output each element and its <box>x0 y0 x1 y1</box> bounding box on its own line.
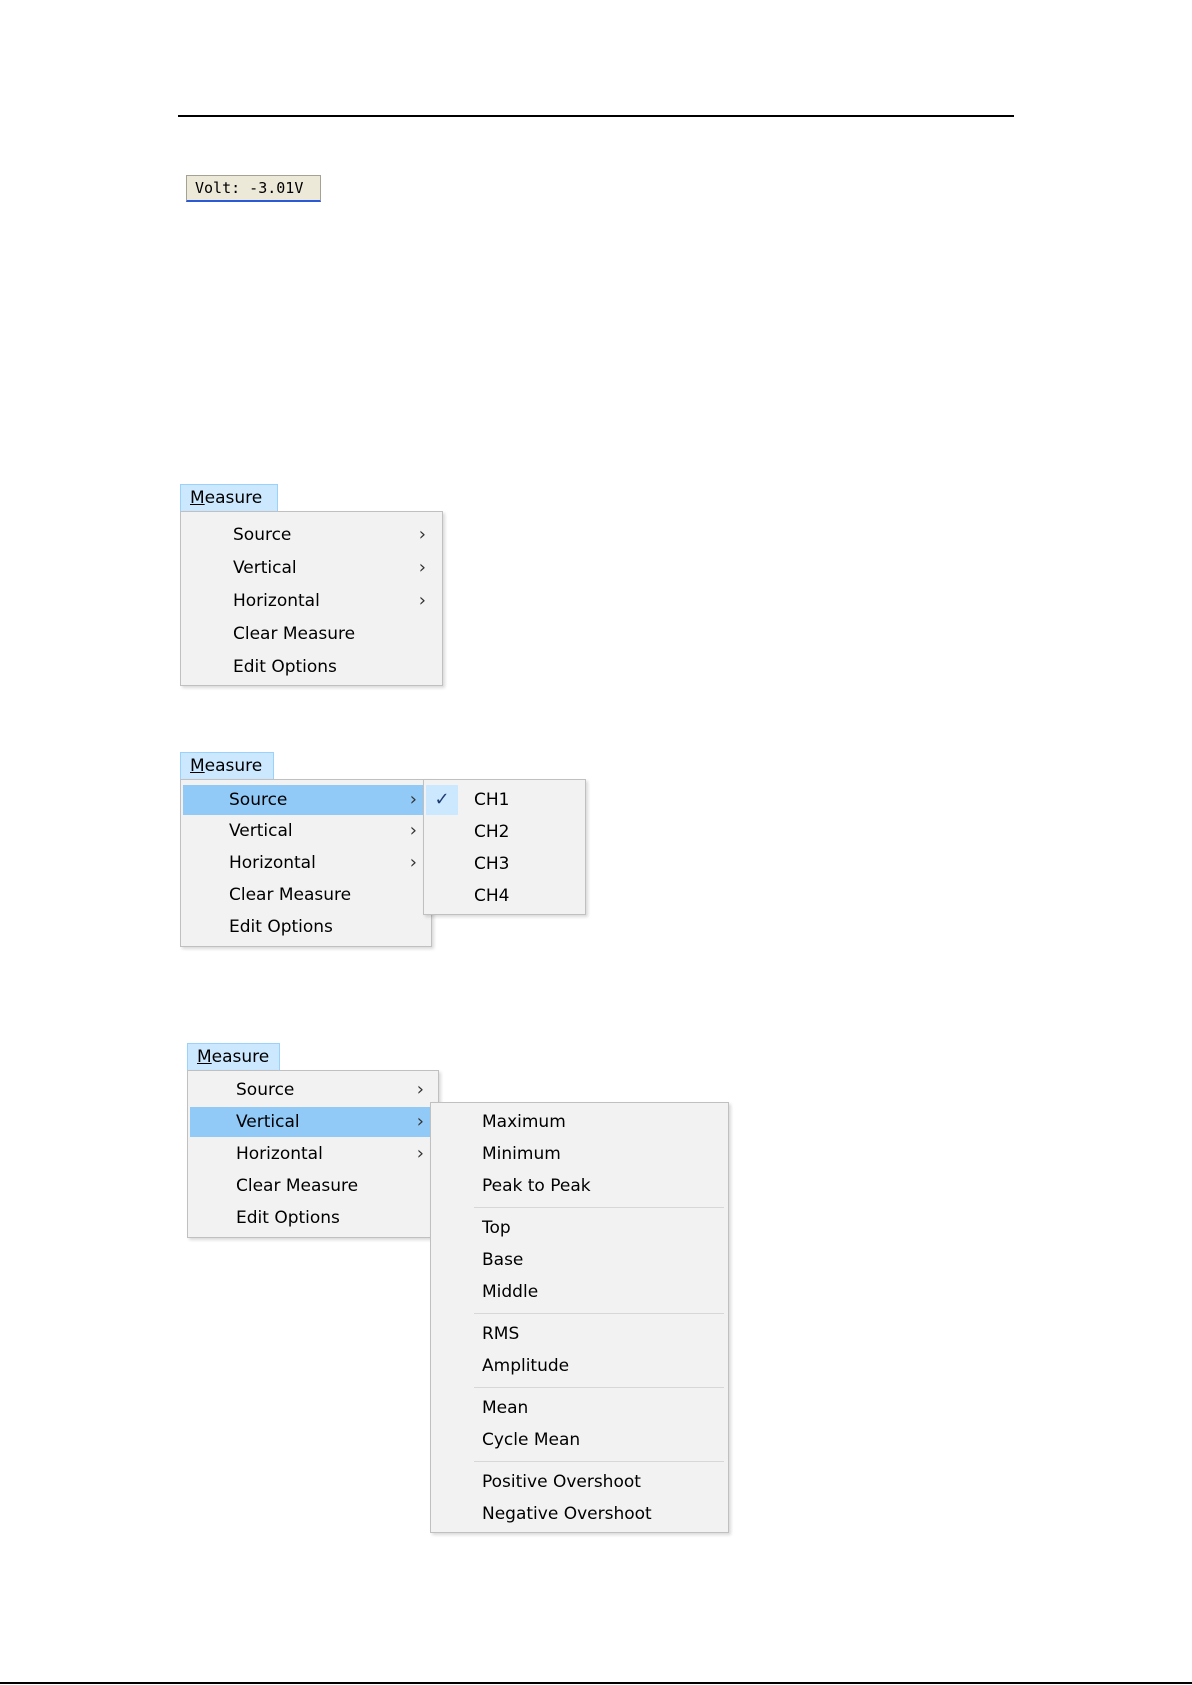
submenu-item-base[interactable]: Base <box>433 1245 726 1275</box>
submenu-item-ch4[interactable]: CH4 <box>426 881 583 911</box>
menu-item-vertical[interactable]: Vertical › <box>183 816 429 846</box>
submenu-item-label: RMS <box>482 1324 520 1344</box>
chevron-right-icon: › <box>418 590 426 611</box>
submenu-item-label: CH1 <box>474 790 510 810</box>
volt-readout: Volt: -3.01V <box>186 175 321 202</box>
measure-menu-title[interactable]: Measure <box>187 1043 280 1071</box>
submenu-item-label: CH3 <box>474 854 510 874</box>
page-footer-rule <box>0 1682 1192 1684</box>
menu-title-text: easure <box>211 1047 270 1067</box>
vertical-submenu: Maximum Minimum Peak to Peak Top Base Mi… <box>430 1102 729 1533</box>
menu-item-label: Vertical <box>229 821 293 841</box>
menu-item-clear-measure[interactable]: Clear Measure <box>183 880 429 910</box>
page-header-rule <box>178 115 1014 117</box>
submenu-item-label: Amplitude <box>482 1356 570 1376</box>
chevron-right-icon: › <box>418 524 426 545</box>
menu-item-source[interactable]: Source › <box>183 520 440 550</box>
submenu-item-top[interactable]: Top <box>433 1213 726 1243</box>
submenu-item-label: Minimum <box>482 1144 561 1164</box>
menu-item-label: Clear Measure <box>236 1176 359 1196</box>
submenu-item-label: Top <box>482 1218 511 1238</box>
menu-item-label: Horizontal <box>233 591 320 611</box>
submenu-item-label: Middle <box>482 1282 539 1302</box>
menu-item-label: Edit Options <box>236 1208 340 1228</box>
submenu-item-positive-overshoot[interactable]: Positive Overshoot <box>433 1467 726 1497</box>
chevron-right-icon: › <box>416 1143 424 1164</box>
menu-item-label: Edit Options <box>229 917 333 937</box>
menu-item-label: Clear Measure <box>229 885 352 905</box>
submenu-item-ch1[interactable]: ✓ CH1 <box>426 785 583 815</box>
chevron-right-icon: › <box>418 557 426 578</box>
menu-item-vertical[interactable]: Vertical › <box>183 553 440 583</box>
menu-item-horizontal[interactable]: Horizontal › <box>190 1139 436 1169</box>
submenu-item-ch2[interactable]: CH2 <box>426 817 583 847</box>
menu-item-horizontal[interactable]: Horizontal › <box>183 848 429 878</box>
menu-item-edit-options[interactable]: Edit Options <box>190 1203 436 1233</box>
submenu-item-label: Mean <box>482 1398 529 1418</box>
chevron-right-icon: › <box>409 820 417 841</box>
menu-separator <box>474 1461 724 1462</box>
chevron-right-icon: › <box>416 1079 424 1100</box>
submenu-item-label: Cycle Mean <box>482 1430 581 1450</box>
menu-item-label: Source <box>233 525 292 545</box>
menu-item-label: Clear Measure <box>233 624 356 644</box>
menu-item-edit-options[interactable]: Edit Options <box>183 652 440 682</box>
submenu-item-label: Negative Overshoot <box>482 1504 652 1524</box>
measure-menu-title[interactable]: Measure <box>180 752 274 780</box>
submenu-item-peak-to-peak[interactable]: Peak to Peak <box>433 1171 726 1201</box>
menu-item-clear-measure[interactable]: Clear Measure <box>183 619 440 649</box>
menu-item-label: Horizontal <box>229 853 316 873</box>
submenu-item-middle[interactable]: Middle <box>433 1277 726 1307</box>
measure-menu-title[interactable]: Measure <box>180 484 278 512</box>
submenu-item-amplitude[interactable]: Amplitude <box>433 1351 726 1381</box>
mnemonic-letter: M <box>197 1047 212 1067</box>
measure-menu-dropdown: Source › Vertical › Horizontal › Clear Meas… <box>187 1070 439 1238</box>
submenu-item-label: Positive Overshoot <box>482 1472 641 1492</box>
chevron-right-icon: › <box>409 789 417 810</box>
submenu-item-rms[interactable]: RMS <box>433 1319 726 1349</box>
menu-item-label: Source <box>236 1080 295 1100</box>
submenu-item-label: CH2 <box>474 822 510 842</box>
submenu-item-minimum[interactable]: Minimum <box>433 1139 726 1169</box>
submenu-item-label: Base <box>482 1250 524 1270</box>
submenu-item-cycle-mean[interactable]: Cycle Mean <box>433 1425 726 1455</box>
menu-item-label: Edit Options <box>233 657 337 677</box>
mnemonic-letter: M <box>190 488 205 508</box>
menu-item-horizontal[interactable]: Horizontal › <box>183 586 440 616</box>
submenu-item-label: CH4 <box>474 886 510 906</box>
chevron-right-icon: › <box>416 1111 424 1132</box>
menu-item-source[interactable]: Source › <box>190 1075 436 1105</box>
submenu-item-mean[interactable]: Mean <box>433 1393 726 1423</box>
chevron-right-icon: › <box>409 852 417 873</box>
menu-title-text: easure <box>204 488 263 508</box>
submenu-item-negative-overshoot[interactable]: Negative Overshoot <box>433 1499 726 1529</box>
submenu-item-label: Peak to Peak <box>482 1176 591 1196</box>
mnemonic-letter: M <box>190 756 205 776</box>
menu-item-source[interactable]: Source › <box>183 785 429 815</box>
menu-item-label: Source <box>229 790 288 810</box>
source-submenu: ✓ CH1 CH2 CH3 CH4 <box>423 779 586 915</box>
checkmark-icon: ✓ <box>426 785 458 815</box>
menu-separator <box>474 1313 724 1314</box>
menu-item-label: Vertical <box>233 558 297 578</box>
submenu-item-maximum[interactable]: Maximum <box>433 1107 726 1137</box>
menu-item-edit-options[interactable]: Edit Options <box>183 912 429 942</box>
measure-menu-dropdown: Source › Vertical › Horizontal › Clear Meas… <box>180 779 432 947</box>
submenu-item-label: Maximum <box>482 1112 566 1132</box>
menu-separator <box>474 1387 724 1388</box>
menu-title-text: easure <box>204 756 263 776</box>
measure-menu-dropdown: Source › Vertical › Horizontal › Clear Meas… <box>180 511 443 686</box>
menu-item-vertical[interactable]: Vertical › <box>190 1107 436 1137</box>
menu-item-label: Vertical <box>236 1112 300 1132</box>
menu-item-label: Horizontal <box>236 1144 323 1164</box>
submenu-item-ch3[interactable]: CH3 <box>426 849 583 879</box>
menu-separator <box>474 1207 724 1208</box>
menu-item-clear-measure[interactable]: Clear Measure <box>190 1171 436 1201</box>
